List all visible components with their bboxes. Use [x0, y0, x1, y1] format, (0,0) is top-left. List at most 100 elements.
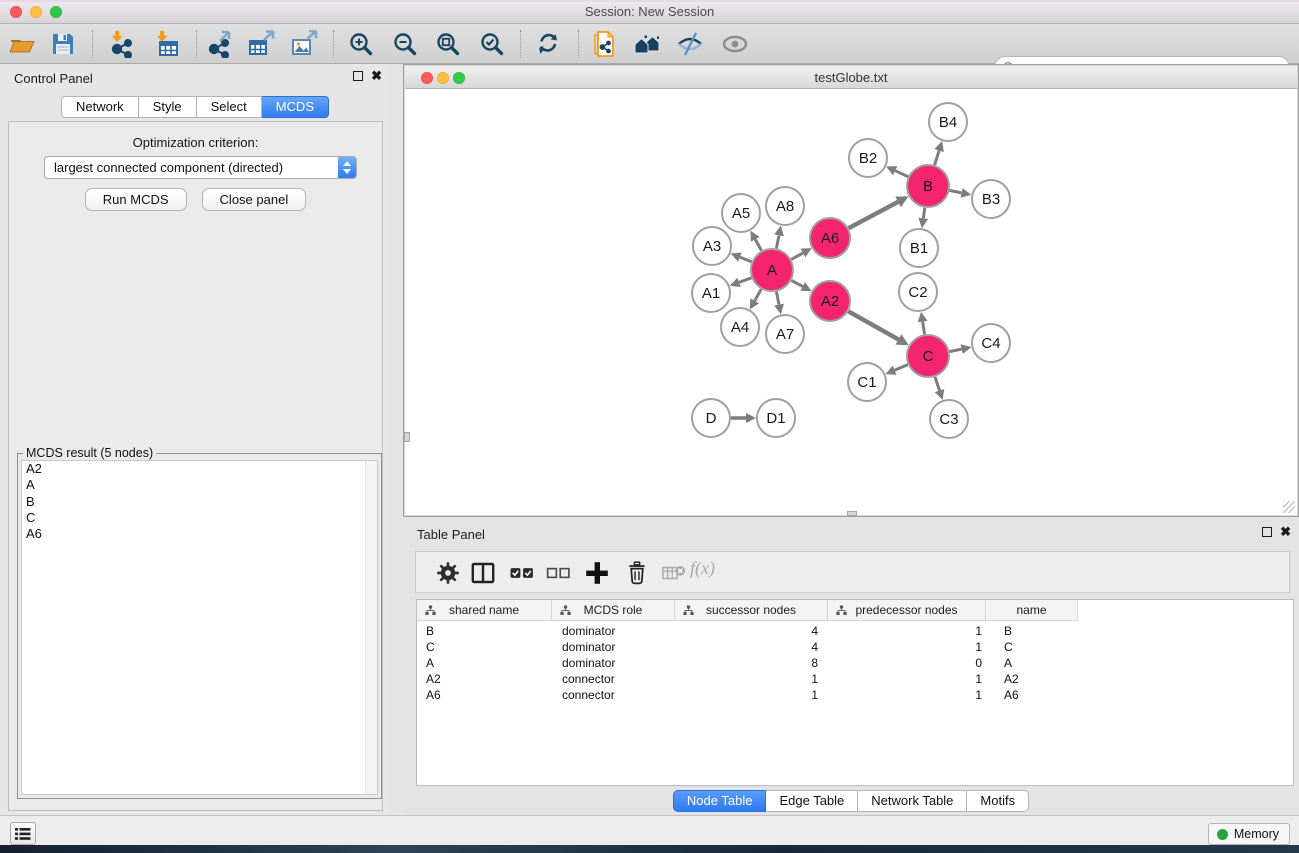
- edge-A-A7[interactable]: [776, 292, 779, 305]
- table-cell[interactable]: connector: [552, 687, 675, 703]
- table-cell[interactable]: C: [986, 639, 1078, 655]
- table-cell[interactable]: 4: [675, 623, 828, 639]
- table-cell[interactable]: A6: [417, 687, 552, 703]
- graph-node-A2[interactable]: A2: [810, 281, 850, 321]
- table-cell[interactable]: 1: [675, 671, 828, 687]
- window-resize-grip[interactable]: [1283, 501, 1295, 513]
- function-builder-icon[interactable]: f(x): [690, 558, 715, 579]
- tab-network-table[interactable]: Network Table: [858, 790, 967, 812]
- tab-motifs[interactable]: Motifs: [967, 790, 1029, 812]
- close-panel-button-2[interactable]: Close panel: [202, 188, 307, 211]
- splitter-handle[interactable]: [847, 511, 857, 516]
- result-item[interactable]: A2: [22, 461, 377, 477]
- export-table-icon[interactable]: [247, 30, 275, 58]
- graph-node-A5[interactable]: A5: [722, 194, 760, 232]
- table-cell[interactable]: 1: [828, 687, 986, 703]
- table-cell[interactable]: 8: [675, 655, 828, 671]
- result-item[interactable]: C: [22, 510, 377, 526]
- edge-B-B3[interactable]: [950, 190, 962, 193]
- split-view-icon[interactable]: [471, 561, 495, 585]
- window-titlebar[interactable]: Session: New Session: [0, 0, 1299, 24]
- edge-C-C3[interactable]: [935, 377, 940, 391]
- table-cell[interactable]: 1: [828, 671, 986, 687]
- style-preview-icon[interactable]: [676, 30, 704, 58]
- edge-A-A5[interactable]: [755, 239, 761, 250]
- save-session-icon[interactable]: [49, 30, 77, 58]
- edge-A6-B[interactable]: [849, 202, 898, 228]
- graph-node-A6[interactable]: A6: [810, 218, 850, 258]
- graph-node-A1[interactable]: A1: [692, 274, 730, 312]
- open-session-icon[interactable]: [8, 30, 36, 58]
- table-cell[interactable]: A: [986, 655, 1078, 671]
- edge-C-C4[interactable]: [950, 349, 962, 352]
- float-table-panel-button[interactable]: [1262, 527, 1272, 537]
- edge-A-A6[interactable]: [791, 253, 803, 259]
- table-cell[interactable]: 0: [828, 655, 986, 671]
- tab-edge-table[interactable]: Edge Table: [766, 790, 858, 812]
- table-cell[interactable]: B: [417, 623, 552, 639]
- refresh-view-icon[interactable]: [534, 30, 562, 58]
- edge-A2-C[interactable]: [848, 311, 898, 339]
- run-mcds-button[interactable]: Run MCDS: [85, 188, 187, 211]
- task-history-button[interactable]: [10, 822, 36, 845]
- graph-node-C4[interactable]: C4: [972, 324, 1010, 362]
- graph-node-B3[interactable]: B3: [972, 180, 1010, 218]
- table-cell[interactable]: 1: [675, 687, 828, 703]
- graph-node-D[interactable]: D: [692, 399, 730, 437]
- export-network-icon[interactable]: [205, 30, 233, 58]
- node-table[interactable]: shared nameMCDS rolesuccessor nodesprede…: [416, 599, 1294, 786]
- table-cell[interactable]: C: [417, 639, 552, 655]
- graph-node-A[interactable]: A: [751, 249, 793, 291]
- tab-mcds[interactable]: MCDS: [262, 96, 329, 118]
- result-scrollbar[interactable]: [365, 461, 377, 794]
- graph-node-A7[interactable]: A7: [766, 315, 804, 353]
- table-cell[interactable]: connector: [552, 671, 675, 687]
- zoom-fit-icon[interactable]: [434, 30, 462, 58]
- select-all-icon[interactable]: [510, 561, 534, 585]
- table-cell[interactable]: A: [417, 655, 552, 671]
- column-header-name[interactable]: name: [986, 600, 1078, 621]
- table-cell[interactable]: B: [986, 623, 1078, 639]
- criterion-dropdown[interactable]: largest connected component (directed): [44, 156, 357, 179]
- export-image-icon[interactable]: [290, 30, 318, 58]
- graph-node-C2[interactable]: C2: [899, 273, 937, 311]
- graph-node-A3[interactable]: A3: [693, 227, 731, 265]
- mcds-result-list[interactable]: A2ABCA6: [21, 460, 378, 795]
- tab-style[interactable]: Style: [139, 96, 197, 118]
- column-header-predecessor-nodes[interactable]: predecessor nodes: [828, 600, 986, 621]
- delete-table-icon[interactable]: [662, 561, 686, 585]
- edge-A-A2[interactable]: [791, 280, 802, 286]
- tab-select[interactable]: Select: [197, 96, 262, 118]
- result-item[interactable]: A6: [22, 526, 377, 542]
- graph-node-B[interactable]: B: [907, 165, 949, 207]
- deselect-all-icon[interactable]: [546, 561, 570, 585]
- graph-node-C[interactable]: C: [907, 335, 949, 377]
- table-cell[interactable]: A2: [986, 671, 1078, 687]
- splitter-handle[interactable]: [404, 432, 410, 442]
- home-icon[interactable]: [633, 30, 661, 58]
- edge-A-A3[interactable]: [740, 257, 752, 262]
- memory-button[interactable]: Memory: [1208, 823, 1290, 845]
- edge-B-B2[interactable]: [895, 171, 908, 177]
- table-cell[interactable]: dominator: [552, 623, 675, 639]
- close-panel-button[interactable]: ✖: [371, 71, 382, 81]
- edge-C-C2[interactable]: [923, 322, 925, 335]
- table-settings-gear-icon[interactable]: [436, 561, 460, 585]
- network-window-titlebar[interactable]: testGlobe.txt: [405, 66, 1297, 89]
- column-header-successor-nodes[interactable]: successor nodes: [675, 600, 828, 621]
- graph-node-C3[interactable]: C3: [930, 400, 968, 438]
- tab-node-table[interactable]: Node Table: [673, 790, 767, 812]
- result-item[interactable]: B: [22, 494, 377, 510]
- float-panel-button[interactable]: [353, 71, 363, 81]
- import-network-icon[interactable]: [107, 30, 135, 58]
- zoom-selected-icon[interactable]: [478, 30, 506, 58]
- table-cell[interactable]: 1: [828, 639, 986, 655]
- edge-A-A1[interactable]: [739, 278, 751, 283]
- graph-node-B4[interactable]: B4: [929, 103, 967, 141]
- tab-network[interactable]: Network: [61, 96, 139, 118]
- network-canvas[interactable]: A5A8A3AA1A4A7A6A2BB1B2B3B4CC1C2C3C4DD1: [405, 89, 1297, 515]
- close-table-panel-button[interactable]: ✖: [1280, 527, 1291, 537]
- network-from-file-icon[interactable]: [592, 30, 620, 58]
- zoom-out-icon[interactable]: [391, 30, 419, 58]
- table-cell[interactable]: A2: [417, 671, 552, 687]
